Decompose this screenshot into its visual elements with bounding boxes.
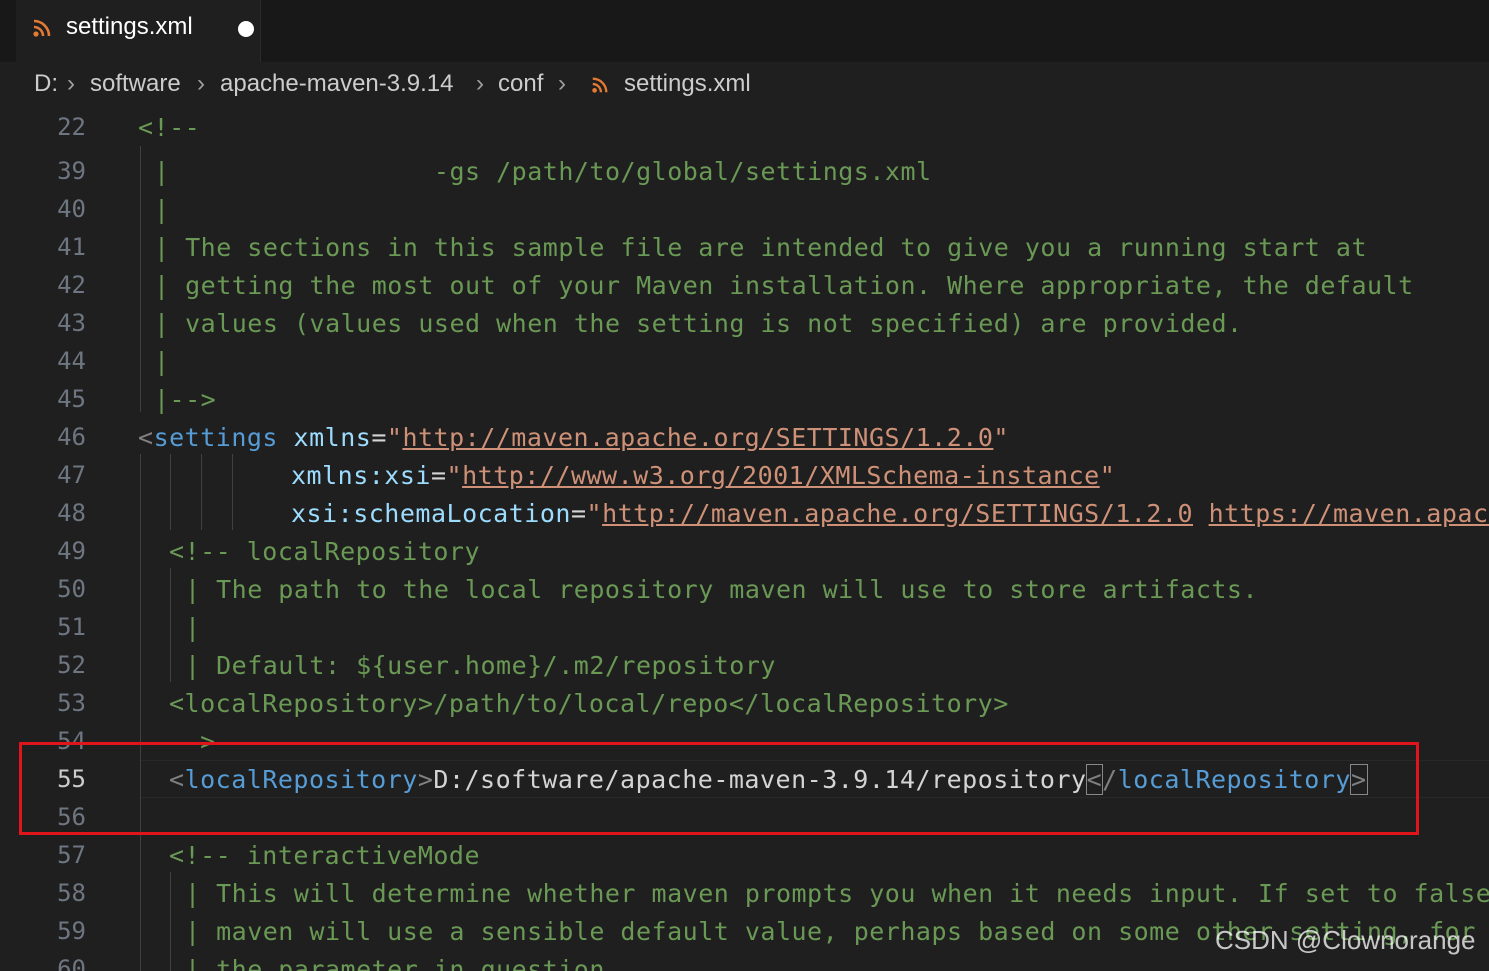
code-line: 44 | <box>0 342 1489 380</box>
code-text: | -gs /path/to/global/settings.xml <box>154 157 932 186</box>
code-line: 41 | The sections in this sample file ar… <box>0 228 1489 266</box>
rss-icon <box>592 77 608 93</box>
code-text: | The sections in this sample file are i… <box>154 233 1367 262</box>
line-number: 40 <box>57 195 86 223</box>
line-number: 50 <box>57 575 86 603</box>
chevron-right-icon: › <box>67 70 75 97</box>
attribute-name: xmlns:xsi <box>291 461 431 490</box>
line-number: 43 <box>57 309 86 337</box>
code-line: 42 | getting the most out of your Maven … <box>0 266 1489 304</box>
tab-bar: settings.xml <box>0 0 1489 62</box>
breadcrumb-file[interactable]: settings.xml <box>624 70 751 98</box>
url-link[interactable]: http://www.w3.org/2001/XMLSchema-instanc… <box>462 461 1100 490</box>
chevron-right-icon: › <box>197 70 205 97</box>
code-line: 58 | This will determine whether maven p… <box>0 874 1489 912</box>
code-line: 46 <settings xmlns="http://maven.apache.… <box>0 418 1489 456</box>
line-number: 39 <box>57 157 86 185</box>
attribute-name: xmlns <box>293 423 372 452</box>
line-number: 58 <box>57 879 86 907</box>
code-line: 43 | values (values used when the settin… <box>0 304 1489 342</box>
code-text: | Default: ${user.home}/.m2/repository <box>185 651 776 680</box>
line-number: 51 <box>57 613 86 641</box>
attribute-name: xsi:schemaLocation <box>291 499 571 528</box>
code-line: 57 <!-- interactiveMode <box>0 836 1489 874</box>
code-text: | the parameter in question. <box>185 955 621 971</box>
breadcrumb-maven[interactable]: apache-maven-3.9.14 <box>220 70 453 98</box>
code-text: | The path to the local repository maven… <box>185 575 1259 604</box>
code-line: 50 | The path to the local repository ma… <box>0 570 1489 608</box>
line-number: 49 <box>57 537 86 565</box>
code-text: | This will determine whether maven prom… <box>185 879 1489 908</box>
code-text: | getting the most out of your Maven ins… <box>154 271 1414 300</box>
line-number: 57 <box>57 841 86 869</box>
code-text: |--> <box>154 385 217 414</box>
tag-bracket: < <box>138 423 154 452</box>
code-text: <!-- localRepository <box>169 537 481 566</box>
code-line: 49 <!-- localRepository <box>0 532 1489 570</box>
line-number: 59 <box>57 917 86 945</box>
chevron-right-icon: › <box>476 70 484 97</box>
quote: " <box>993 423 1009 452</box>
line-number: 44 <box>57 347 86 375</box>
code-text: | <box>185 613 201 642</box>
tab-settings-xml[interactable]: settings.xml <box>16 0 261 62</box>
equals-sign: = <box>570 499 587 528</box>
line-number: 42 <box>57 271 86 299</box>
line-number: 22 <box>57 113 86 141</box>
url-link[interactable]: http://maven.apache.org/SETTINGS/1.2.0 <box>402 423 993 452</box>
code-line: 47 xmlns:xsi="http://www.w3.org/2001/XML… <box>0 456 1489 494</box>
quote: " <box>1099 461 1116 490</box>
code-text: | <box>154 347 170 376</box>
line-number: 52 <box>57 651 86 679</box>
code-line: 40 | <box>0 190 1489 228</box>
code-text: <localRepository>/path/to/local/repo</lo… <box>169 689 1009 718</box>
breadcrumb-software[interactable]: software <box>90 70 181 98</box>
code-line: 45 |--> <box>0 380 1489 418</box>
code-text: <!-- <box>138 113 201 142</box>
quote: " <box>586 499 603 528</box>
line-number: 47 <box>57 461 86 489</box>
code-text: | values (values used when the setting i… <box>154 309 1243 338</box>
equals-sign: = <box>430 461 447 490</box>
code-editor[interactable]: 22 <!-- 39 | -gs /path/to/global/setting… <box>0 108 1489 971</box>
line-number: 53 <box>57 689 86 717</box>
tag-name: settings <box>153 423 278 452</box>
url-link[interactable]: http://maven.apache.org/SETTINGS/1.2.0 <box>602 499 1193 528</box>
code-line: 22 <!-- <box>0 108 1489 146</box>
line-number: 46 <box>57 423 86 451</box>
annotation-highlight-box <box>19 742 1419 835</box>
code-text: <!-- interactiveMode <box>169 841 481 870</box>
quote: " <box>386 423 403 452</box>
line-number: 48 <box>57 499 86 527</box>
code-line: 51 | <box>0 608 1489 646</box>
rss-icon <box>33 19 51 37</box>
code-text: | <box>154 195 170 224</box>
code-line: 39 | -gs /path/to/global/settings.xml <box>0 152 1489 190</box>
line-number: 41 <box>57 233 86 261</box>
url-link[interactable]: https://maven.apach <box>1209 499 1489 528</box>
code-line: 53 <localRepository>/path/to/local/repo<… <box>0 684 1489 722</box>
breadcrumb-conf[interactable]: conf <box>498 70 543 98</box>
chevron-right-icon: › <box>558 70 566 97</box>
equals-sign: = <box>371 423 387 452</box>
quote: " <box>446 461 463 490</box>
unsaved-dot-icon[interactable] <box>238 21 254 37</box>
line-number: 60 <box>57 955 86 971</box>
line-number: 45 <box>57 385 86 413</box>
breadcrumb-drive[interactable]: D: <box>34 70 58 98</box>
code-line: 48 xsi:schemaLocation="http://maven.apac… <box>0 494 1489 532</box>
tab-label: settings.xml <box>66 13 193 40</box>
code-line: 52 | Default: ${user.home}/.m2/repositor… <box>0 646 1489 684</box>
watermark: CSDN @Clownorange <box>1215 925 1476 955</box>
